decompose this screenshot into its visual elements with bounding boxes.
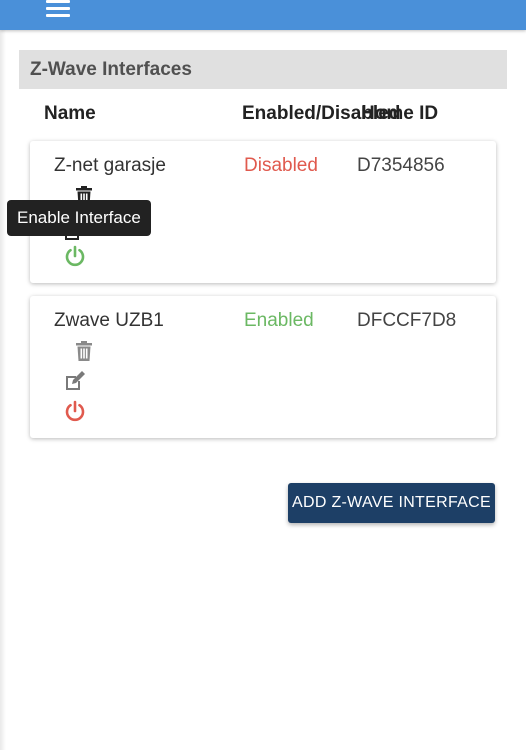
hamburger-menu-icon[interactable]: [46, 0, 70, 17]
top-app-bar: [0, 0, 526, 30]
interface-name: Z-net garasje: [54, 155, 166, 176]
interface-card: Zwave UZB1 Enabled DFCCF7D8: [30, 296, 496, 438]
enable-interface-tooltip: Enable Interface: [7, 200, 151, 236]
trash-icon[interactable]: [73, 340, 95, 362]
add-z-wave-interface-button[interactable]: ADD Z-WAVE INTERFACE: [288, 483, 495, 523]
interface-status: Disabled: [244, 155, 318, 176]
interface-home-id: DFCCF7D8: [357, 310, 457, 331]
column-header-name: Name: [44, 103, 96, 124]
interface-status: Enabled: [244, 310, 314, 331]
power-icon[interactable]: [64, 400, 86, 422]
section-title: Z-Wave Interfaces: [19, 50, 507, 89]
power-icon[interactable]: [64, 245, 86, 267]
interface-name: Zwave UZB1: [54, 310, 164, 331]
column-header-home-id: Home ID: [361, 103, 439, 124]
page-left-edge: [0, 30, 6, 750]
edit-icon[interactable]: [64, 370, 86, 392]
page: Z-Wave Interfaces Name Enabled/Disabled …: [0, 0, 526, 750]
interface-home-id: D7354856: [357, 155, 445, 176]
